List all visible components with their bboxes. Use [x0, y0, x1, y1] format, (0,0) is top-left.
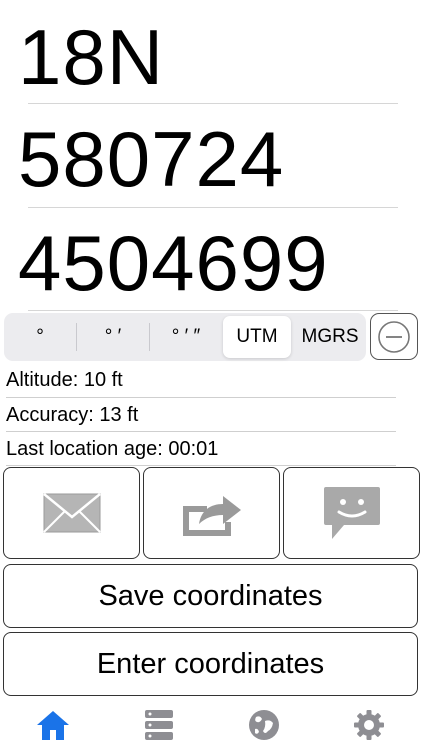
- email-button[interactable]: [3, 467, 140, 559]
- remove-button[interactable]: [370, 313, 418, 360]
- separator: [28, 207, 398, 208]
- message-icon: [323, 487, 380, 539]
- location-age-label: Last location age: 00:01: [6, 438, 219, 460]
- tab-home[interactable]: [33, 705, 73, 745]
- separator: [6, 397, 396, 398]
- tab-settings[interactable]: [349, 705, 389, 745]
- share-button[interactable]: [143, 467, 280, 559]
- save-coordinates-button[interactable]: Save coordinates: [3, 564, 418, 628]
- separator: [28, 310, 398, 311]
- separator: [28, 103, 398, 104]
- format-degrees-minutes[interactable]: ° ′: [77, 313, 149, 361]
- tab-list[interactable]: [139, 705, 179, 745]
- tab-map[interactable]: [244, 705, 284, 745]
- format-degrees-minutes-seconds[interactable]: ° ′ ″: [150, 313, 222, 361]
- list-icon: [145, 710, 173, 740]
- utm-zone: 18N: [18, 13, 165, 101]
- coordinate-format-selector: ° ° ′ ° ′ ″ UTM MGRS: [4, 313, 366, 361]
- altitude-label: Altitude: 10 ft: [6, 369, 123, 391]
- minus-circle-icon: [378, 320, 410, 353]
- message-button[interactable]: [283, 467, 420, 559]
- format-degrees[interactable]: °: [4, 313, 76, 361]
- globe-icon: [249, 710, 279, 740]
- format-utm[interactable]: UTM: [223, 316, 291, 358]
- gear-icon: [354, 710, 384, 740]
- separator: [6, 431, 396, 432]
- separator: [6, 465, 396, 466]
- accuracy-label: Accuracy: 13 ft: [6, 404, 139, 426]
- home-icon: [37, 711, 69, 740]
- utm-northing: 4504699: [18, 219, 329, 307]
- share-export-icon: [182, 496, 241, 536]
- enter-coordinates-button[interactable]: Enter coordinates: [3, 632, 418, 696]
- utm-easting: 580724: [18, 115, 285, 203]
- mail-icon: [42, 493, 101, 533]
- format-mgrs[interactable]: MGRS: [294, 313, 366, 361]
